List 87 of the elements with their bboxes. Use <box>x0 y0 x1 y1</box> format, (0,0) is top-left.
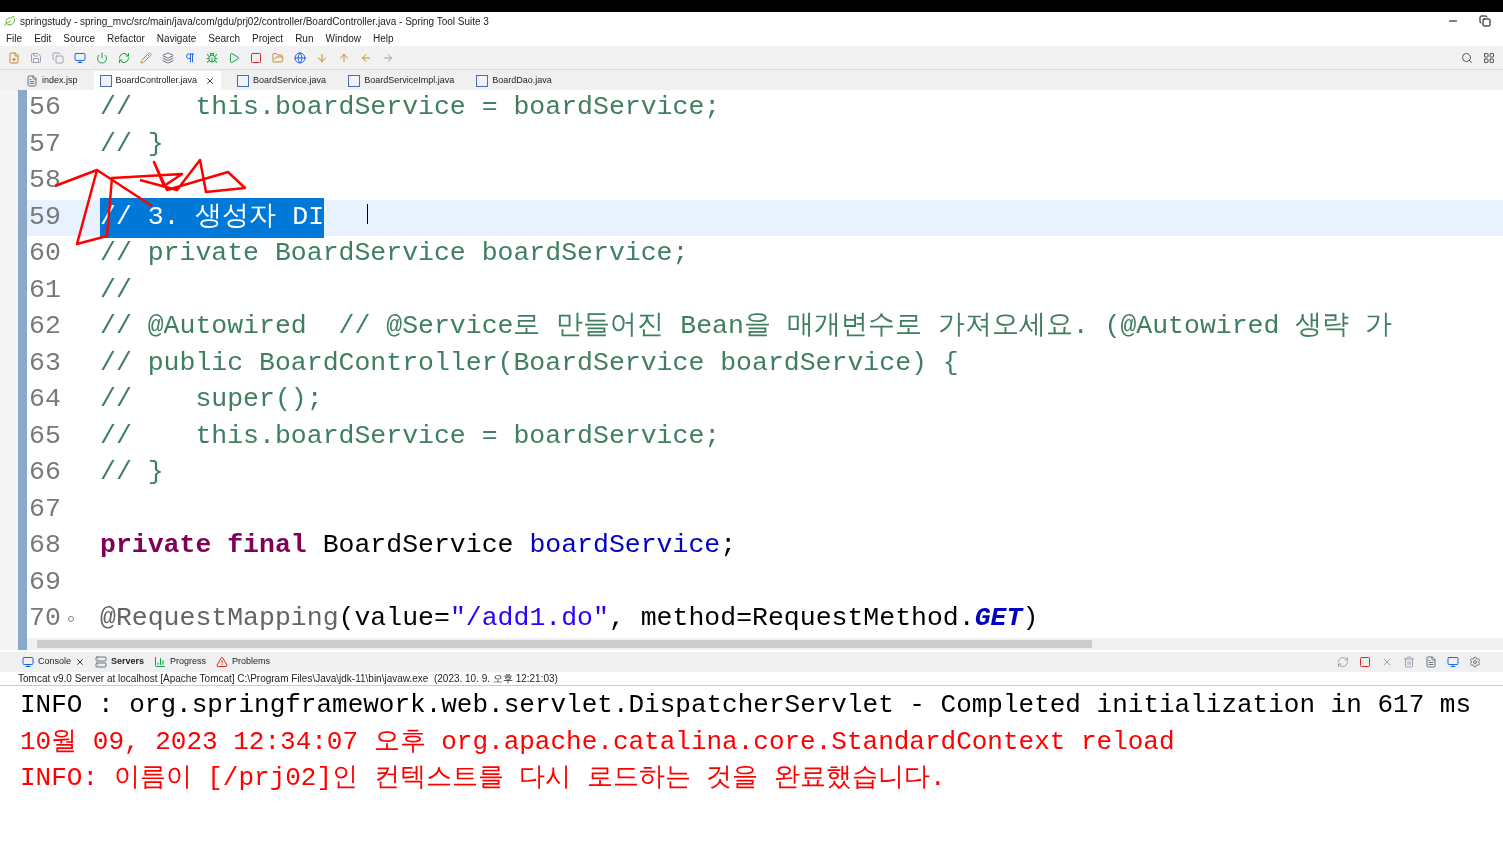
monitor-icon[interactable] <box>1447 656 1459 668</box>
line-number: 60 <box>28 237 62 271</box>
menu-item[interactable]: Run <box>295 30 314 46</box>
server-icon <box>95 656 108 668</box>
line-number: 70 <box>28 602 62 636</box>
close-icon[interactable] <box>75 657 86 667</box>
java-file-icon <box>476 74 489 87</box>
java-file-icon <box>237 74 250 87</box>
code-line: @RequestMapping(value="/add1.do", method=RequestMethod.GET) <box>100 602 1039 636</box>
stop-icon[interactable] <box>250 51 262 64</box>
layers-icon[interactable] <box>162 51 174 64</box>
back-icon[interactable] <box>360 51 372 64</box>
line-number: 64 <box>28 383 62 417</box>
arrow-down-icon[interactable] <box>316 51 328 64</box>
console-description: Tomcat v9.0 Server at localhost [Apache Tomcat] C:\Program Files\Java\jdk-11\bin\javaw.exe (2023. 10. 9. 오후 12:21:03) <box>18 672 558 686</box>
line-number: 62 <box>28 310 62 344</box>
line-number: 67 <box>28 492 62 526</box>
line-number: 57 <box>28 127 62 161</box>
settings-icon[interactable] <box>1469 656 1481 668</box>
line-number: 65 <box>28 419 62 453</box>
refresh-icon[interactable] <box>118 51 130 64</box>
console-line: INFO: 이름이 [/prj02]인 컨텍스트를 다시 로드하는 것을 완료했습니다. <box>20 762 946 795</box>
line-number: 69 <box>28 565 62 599</box>
pencil-icon[interactable] <box>140 51 152 64</box>
menu-item[interactable]: Source <box>63 30 96 46</box>
code-line: // this.boardService = boardService; <box>100 419 721 453</box>
line-number: 68 <box>28 529 62 563</box>
app-logo-icon <box>4 15 16 27</box>
arrow-up-icon[interactable] <box>338 51 350 64</box>
menu-item[interactable]: Navigate <box>156 30 197 46</box>
forward-icon[interactable] <box>382 51 394 64</box>
window-title: springstudy - spring_mvc/src/main/java/com/gdu/prj02/controller/BoardController.java - Spring Tool Suite 3 <box>20 14 489 29</box>
line-number: 56 <box>28 91 62 125</box>
editor-tab[interactable]: BoardController.java <box>93 71 222 90</box>
code-line: private final BoardService boardService; <box>100 529 737 563</box>
code-line: // <box>100 273 132 307</box>
pilcrow-icon[interactable] <box>184 51 196 64</box>
menu-item[interactable]: Window <box>325 30 362 46</box>
folder-icon[interactable] <box>272 51 284 64</box>
line-number: 61 <box>28 273 62 307</box>
run-icon[interactable] <box>228 51 240 64</box>
view-tab[interactable]: Progress <box>154 655 207 669</box>
menu-item[interactable]: Search <box>208 30 240 46</box>
restore-icon[interactable] <box>1479 15 1491 27</box>
code-line: // @Autowired // @Service로 만들어진 Bean을 매개변수로 가져오세요. (@Autowired 생략 가 <box>100 310 1393 344</box>
console-line: INFO : org.springframework.web.servlet.DispatcherServlet - Completed initialization in 617 ms <box>20 689 1472 722</box>
warning-icon <box>216 656 229 668</box>
search-icon[interactable] <box>1461 51 1473 64</box>
progress-icon <box>154 656 167 668</box>
perspective-icon[interactable] <box>1483 51 1495 64</box>
code-line: // this.boardService = boardService; <box>100 91 721 125</box>
view-tab[interactable]: Servers <box>95 655 145 669</box>
menu-item[interactable]: Edit <box>34 30 52 46</box>
java-file-icon <box>348 74 361 87</box>
monitor-icon[interactable] <box>74 51 86 64</box>
console-line: 10월 09, 2023 12:34:07 오후 org.apache.catalina.core.StandardContext reload <box>20 725 1175 759</box>
java-file-icon <box>99 74 112 87</box>
line-number: 59 <box>28 200 62 234</box>
view-tab[interactable]: Problems <box>216 655 271 669</box>
bug-icon[interactable] <box>206 51 218 64</box>
code-line: // super(); <box>100 383 323 417</box>
code-line: // private BoardService boardService; <box>100 237 689 271</box>
menu-item[interactable]: Refactor <box>107 30 145 46</box>
horizontal-scrollbar[interactable] <box>27 638 1503 650</box>
remove-all-icon[interactable] <box>1403 656 1415 668</box>
console-icon <box>22 656 34 668</box>
refresh-icon[interactable] <box>1337 656 1349 668</box>
remove-icon[interactable] <box>1381 656 1393 668</box>
code-line: // } <box>100 456 164 490</box>
new-file-icon[interactable] <box>8 51 20 64</box>
line-number: 63 <box>28 346 62 380</box>
menu-item[interactable]: Project <box>252 30 284 46</box>
line-number: 58 <box>28 164 62 198</box>
view-tab[interactable]: Console <box>22 655 86 669</box>
menu-item[interactable]: Help <box>373 30 394 46</box>
globe-icon[interactable] <box>294 51 306 64</box>
close-icon[interactable] <box>205 75 216 86</box>
code-line: // public BoardController(BoardService boardService) { <box>100 346 959 380</box>
code-line: // } <box>100 127 164 161</box>
line-number: 66 <box>28 456 62 490</box>
save-icon[interactable] <box>30 51 42 64</box>
save-all-icon[interactable] <box>52 51 64 64</box>
stop-icon[interactable] <box>1359 656 1371 668</box>
file-icon <box>26 74 38 87</box>
document-icon[interactable] <box>1425 656 1437 668</box>
power-icon[interactable] <box>96 51 108 64</box>
menu-item[interactable]: File <box>6 30 23 46</box>
